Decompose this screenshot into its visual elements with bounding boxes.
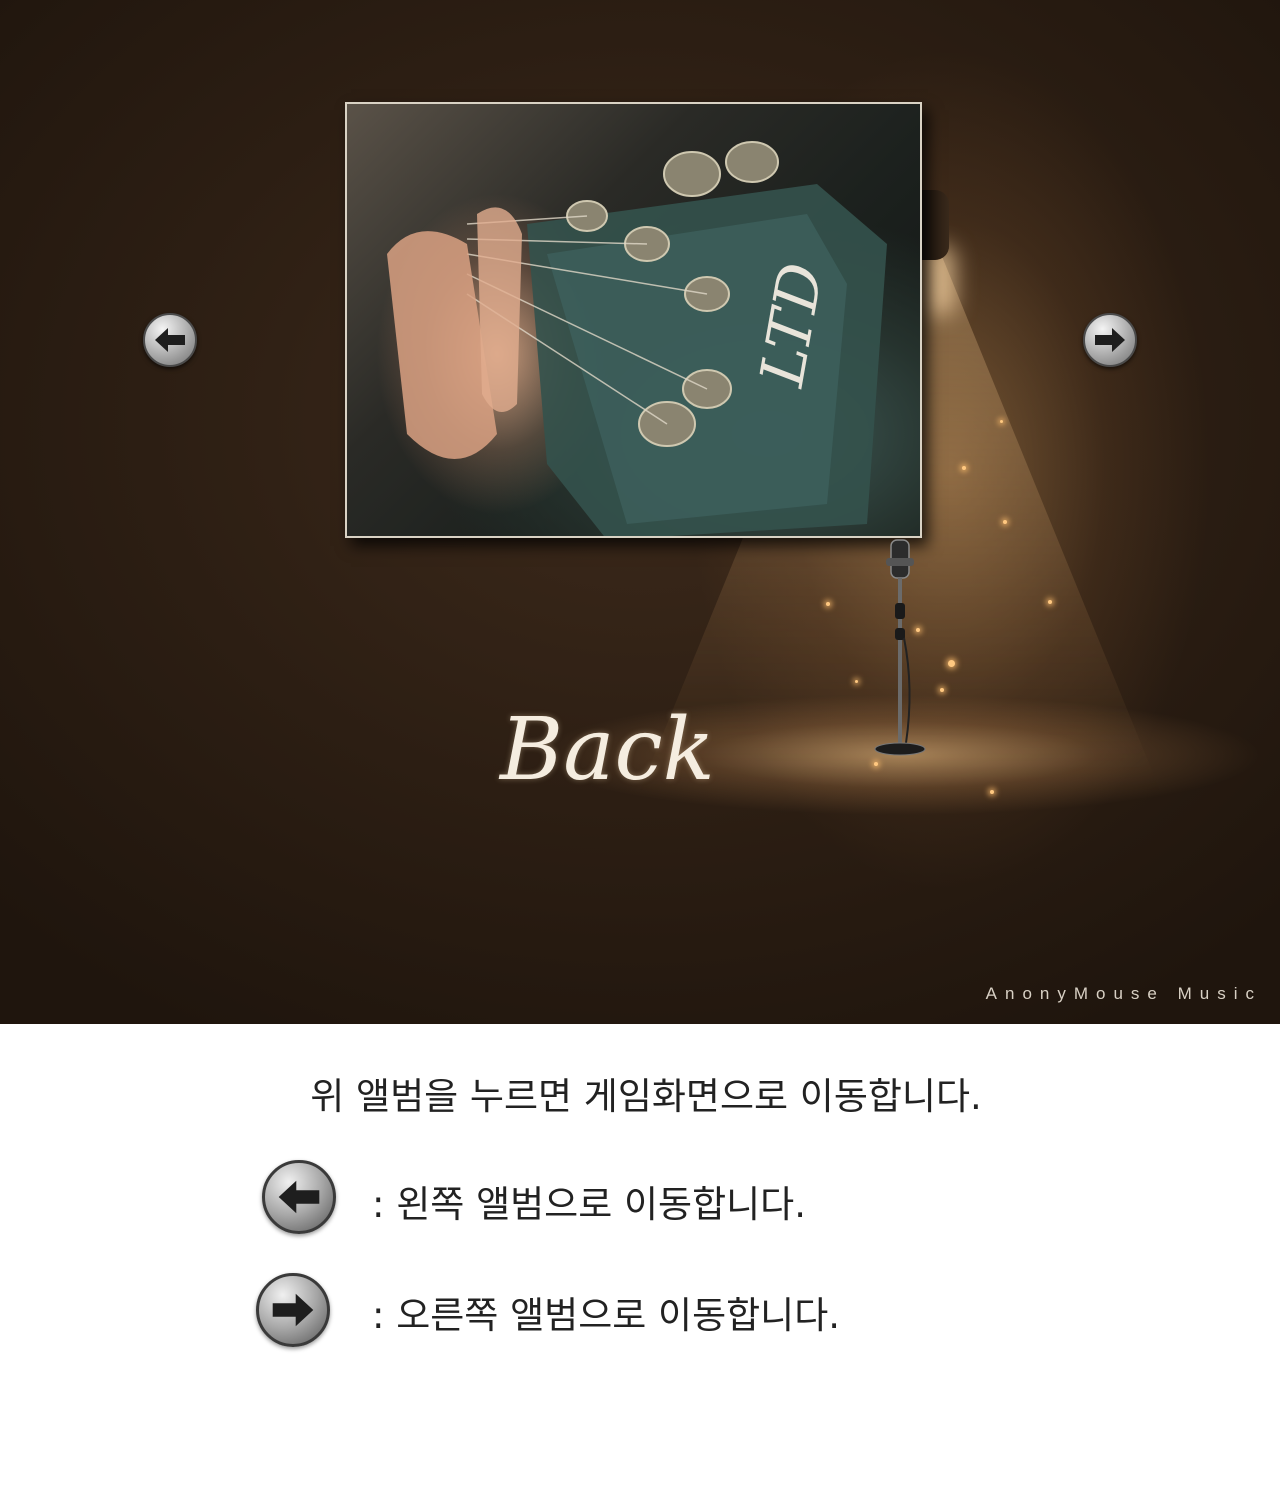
brand-label: AnonyMouse Music [985, 984, 1262, 1003]
arrow-right-icon [272, 1293, 314, 1327]
help-left-arrow-icon [262, 1160, 336, 1234]
album-cover[interactable]: LTD [345, 102, 922, 538]
back-button[interactable]: Back [500, 690, 790, 810]
arrow-left-icon [155, 328, 185, 352]
sparkle [948, 660, 955, 667]
sparkle [1000, 420, 1003, 423]
help-left-row: : 왼쪽 앨범으로 이동합니다. [0, 1160, 1280, 1240]
sparkle [962, 466, 966, 470]
prev-album-button[interactable] [143, 313, 197, 367]
help-right-arrow-icon [256, 1273, 330, 1347]
arrow-right-icon [1095, 328, 1125, 352]
sparkle [874, 762, 878, 766]
next-album-button[interactable] [1083, 313, 1137, 367]
guitar-headstock-image: LTD [387, 141, 887, 536]
help-right-text: : 오른쪽 앨범으로 이동합니다. [372, 1294, 840, 1337]
arrow-left-icon [278, 1180, 320, 1214]
sparkle [990, 790, 994, 794]
help-left-text: : 왼쪽 앨범으로 이동합니다. [372, 1183, 806, 1226]
help-main-text: 위 앨범을 누르면 게임화면으로 이동합니다. [310, 1075, 982, 1118]
stage-lamp [921, 190, 949, 260]
help-right-row: : 오른쪽 앨범으로 이동합니다. [0, 1273, 1280, 1353]
sparkle [1003, 520, 1007, 524]
microphone-stand-icon [874, 539, 926, 756]
sparkle [940, 688, 944, 692]
sparkle [855, 680, 858, 683]
sparkle [1048, 600, 1052, 604]
album-stage: LTD Back AnonyMouse Music [0, 0, 1280, 1024]
sparkle [826, 602, 830, 606]
